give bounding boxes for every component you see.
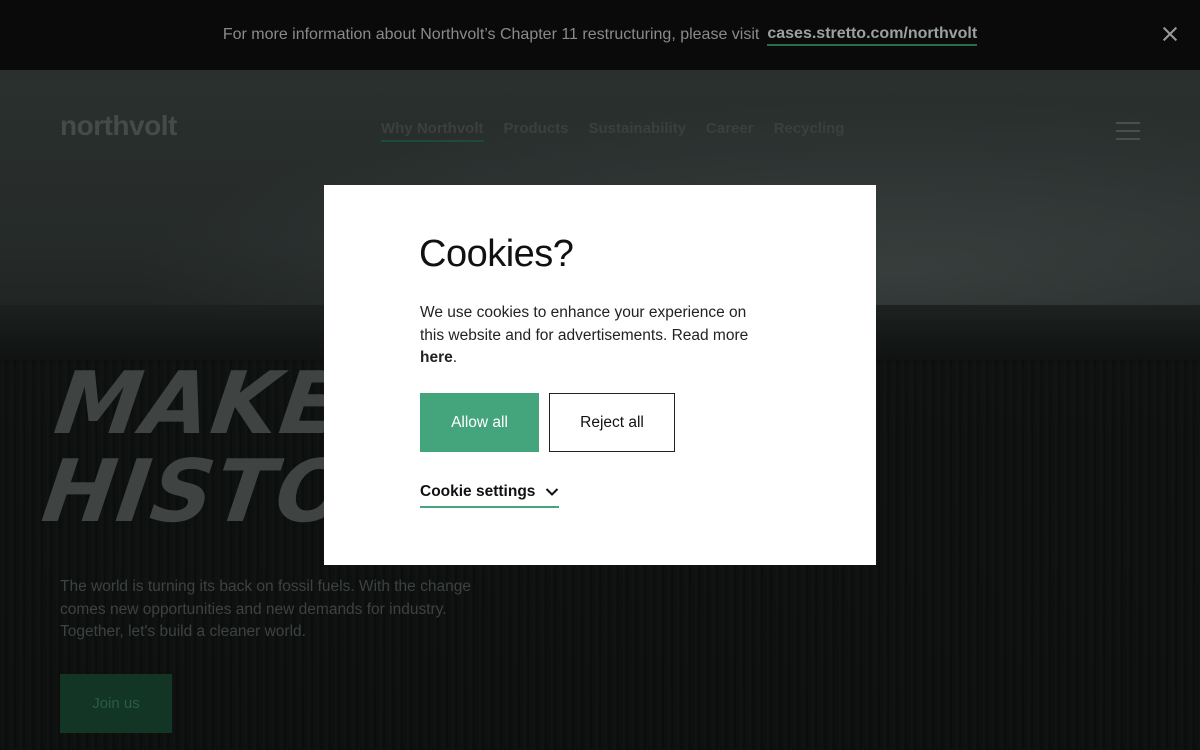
nav-item-recycling[interactable]: Recycling — [774, 120, 845, 142]
cookie-read-more-link[interactable]: here — [420, 349, 453, 366]
cookie-settings-toggle[interactable]: Cookie settings — [420, 482, 560, 508]
cookie-dialog: Cookies? We use cookies to enhance your … — [324, 185, 876, 565]
hero-intro: The world is turning its back on fossil … — [60, 578, 471, 640]
nav-item-career[interactable]: Career — [706, 120, 754, 142]
reject-all-button[interactable]: Reject all — [549, 393, 675, 452]
nav-menu: Why Northvolt Products Sustainability Ca… — [381, 120, 844, 142]
hamburger-menu-icon[interactable] — [1116, 122, 1140, 140]
nav-item-sustainability[interactable]: Sustainability — [589, 120, 687, 142]
cookie-description: We use cookies to enhance your experienc… — [420, 302, 770, 370]
cookie-description-end: . — [452, 349, 458, 366]
cookie-title: Cookies? — [419, 233, 574, 275]
join-us-button[interactable]: Join us — [60, 674, 172, 733]
chevron-down-icon — [546, 488, 559, 496]
banner-link[interactable]: cases.stretto.com/northvolt — [767, 25, 978, 46]
allow-all-button[interactable]: Allow all — [420, 393, 539, 452]
main-nav: northvolt Why Northvolt Products Sustain… — [0, 70, 1200, 190]
announcement-banner: For more information about Northvolt’s C… — [0, 0, 1200, 70]
cookie-description-text: We use cookies to enhance your experienc… — [420, 304, 749, 344]
banner-message: For more information about Northvolt’s C… — [222, 26, 760, 43]
close-icon[interactable] — [1160, 24, 1180, 44]
nav-item-why-northvolt[interactable]: Why Northvolt — [381, 120, 484, 142]
northvolt-logo[interactable]: northvolt — [60, 110, 177, 142]
cookie-settings-label: Cookie settings — [420, 483, 536, 500]
nav-item-products[interactable]: Products — [504, 120, 569, 142]
